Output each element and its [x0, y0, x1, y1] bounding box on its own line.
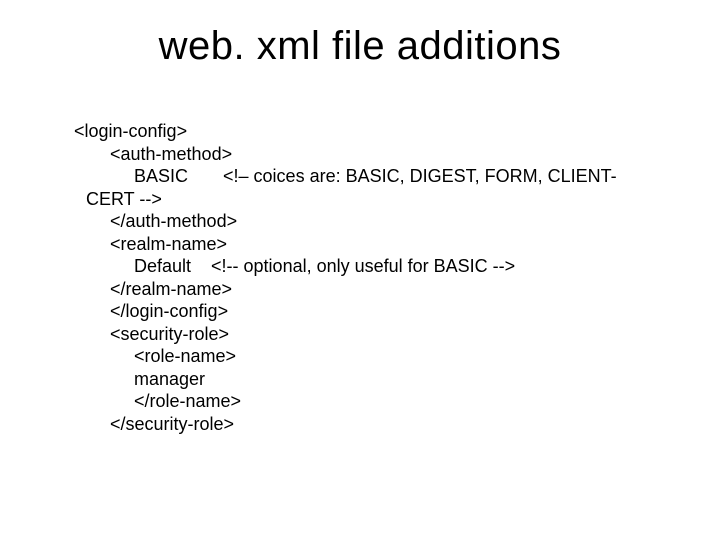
code-line: </role-name>	[134, 390, 664, 413]
code-line: manager	[134, 368, 664, 391]
code-line: </realm-name>	[110, 278, 664, 301]
code-line: <security-role>	[110, 323, 664, 346]
code-line: <login-config>	[74, 120, 664, 143]
code-line: </auth-method>	[110, 210, 664, 233]
slide-body: <login-config> <auth-method> BASIC <!– c…	[74, 120, 664, 435]
code-line: </security-role>	[110, 413, 664, 436]
code-line: <realm-name>	[110, 233, 664, 256]
slide: web. xml file additions <login-config> <…	[0, 0, 720, 540]
code-line: <role-name>	[134, 345, 664, 368]
code-line: Default <!-- optional, only useful for B…	[134, 255, 664, 278]
code-line: </login-config>	[110, 300, 664, 323]
code-line: BASIC <!– coices are: BASIC, DIGEST, FOR…	[134, 165, 664, 188]
slide-title: web. xml file additions	[0, 24, 720, 69]
code-line: <auth-method>	[110, 143, 664, 166]
code-line: CERT -->	[86, 188, 664, 211]
